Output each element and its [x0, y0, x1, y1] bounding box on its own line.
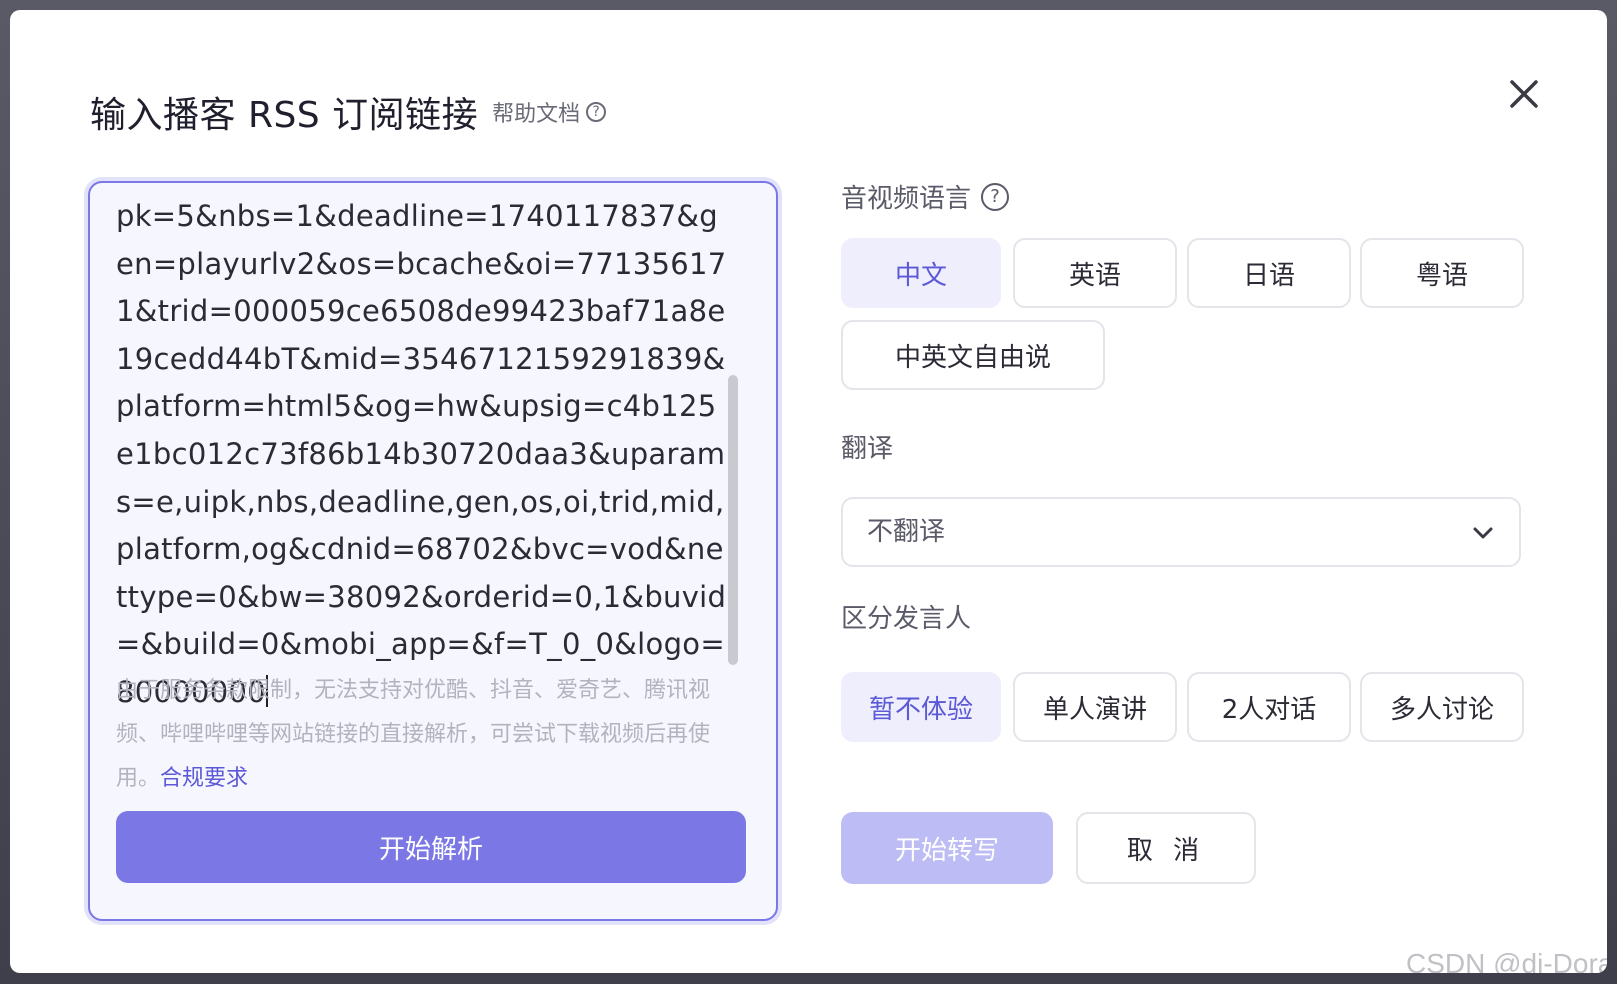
speaker-label: 区分发言人 — [841, 604, 972, 634]
cancel-button[interactable]: 取 消 — [1076, 812, 1256, 884]
translation-label: 翻译 — [841, 434, 894, 464]
rss-input-panel: pk=5&nbs=1&deadline=1740117837&gen=playu… — [88, 181, 778, 921]
language-option-english[interactable]: 英语 — [1013, 238, 1177, 308]
language-option-japanese[interactable]: 日语 — [1187, 238, 1351, 308]
service-notice: 由于服务条款限制，无法支持对优酷、抖音、爱奇艺、腾讯视频、哔哩哔哩等网站链接的直… — [116, 669, 736, 801]
close-button[interactable] — [1502, 72, 1546, 116]
question-circle-icon[interactable]: ? — [981, 182, 1010, 211]
translation-section-label: 翻译 — [841, 428, 893, 465]
translation-select[interactable]: 不翻译 — [841, 497, 1521, 567]
rss-dialog: 输入播客 RSS 订阅链接 帮助文档 ? pk=5&nbs=1&deadline… — [10, 10, 1607, 973]
speaker-option-discussion[interactable]: 多人讨论 — [1360, 672, 1524, 742]
dialog-title: 输入播客 RSS 订阅链接 — [90, 95, 479, 136]
language-section-label: 音视频语言 ? — [841, 178, 1010, 215]
rss-url-value: pk=5&nbs=1&deadline=1740117837&gen=playu… — [116, 199, 727, 709]
close-icon — [1510, 80, 1538, 108]
compliance-link[interactable]: 合规要求 — [160, 766, 248, 791]
speaker-option-dialogue[interactable]: 2人对话 — [1187, 672, 1351, 742]
start-parse-button[interactable]: 开始解析 — [116, 811, 746, 883]
speaker-option-none[interactable]: 暂不体验 — [841, 672, 1001, 742]
dialog-header: 输入播客 RSS 订阅链接 帮助文档 ? — [90, 82, 607, 142]
help-docs-label: 帮助文档 — [492, 102, 581, 127]
start-transcribe-button[interactable]: 开始转写 — [841, 812, 1053, 884]
help-docs-link[interactable]: 帮助文档 ? — [492, 96, 607, 128]
watermark: CSDN @di-Dora — [1406, 948, 1607, 973]
question-circle-icon: ? — [586, 102, 607, 122]
language-label: 音视频语言 — [841, 184, 972, 214]
textarea-scrollbar[interactable] — [728, 375, 738, 665]
speaker-option-single[interactable]: 单人演讲 — [1013, 672, 1177, 742]
translation-selected-value: 不翻译 — [867, 517, 946, 547]
rss-url-textarea[interactable]: pk=5&nbs=1&deadline=1740117837&gen=playu… — [116, 193, 728, 709]
language-option-cantonese[interactable]: 粤语 — [1360, 238, 1524, 308]
language-option-chinese[interactable]: 中文 — [841, 238, 1001, 308]
language-option-mixed[interactable]: 中英文自由说 — [841, 320, 1105, 390]
chevron-down-icon — [1473, 527, 1493, 539]
speaker-section-label: 区分发言人 — [841, 598, 971, 635]
